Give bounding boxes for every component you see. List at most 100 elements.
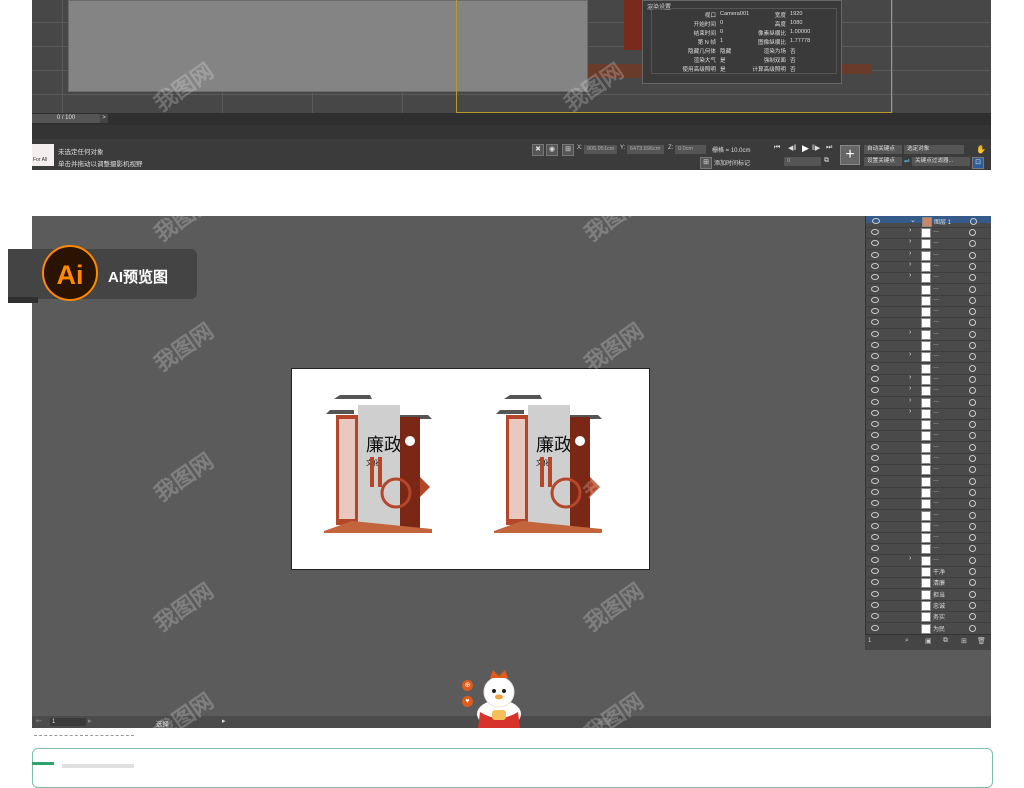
expand-arrow-icon[interactable]: › (909, 374, 911, 381)
auto-key-button[interactable]: 自动关键点 (864, 145, 902, 154)
locate-object-icon[interactable]: ⌕ (905, 637, 909, 645)
layer-row[interactable]: … (865, 476, 991, 488)
visibility-eye-icon[interactable] (871, 375, 879, 382)
layer-name[interactable]: 忠诚 (933, 601, 945, 610)
status-menu-icon[interactable]: ▸ (222, 717, 226, 725)
layer-name[interactable]: … (933, 511, 939, 517)
target-circle-icon[interactable] (969, 229, 976, 236)
set-key-button[interactable]: 设置关键点 (864, 157, 902, 166)
layer-name[interactable]: … (933, 454, 939, 460)
layer-row[interactable]: ›… (865, 555, 991, 567)
layer-name[interactable]: … (933, 330, 939, 336)
target-circle-icon[interactable] (969, 398, 976, 406)
layer-row[interactable]: … (865, 543, 991, 556)
target-circle-icon[interactable] (970, 218, 977, 225)
visibility-eye-icon[interactable] (871, 590, 879, 597)
visibility-eye-icon[interactable] (871, 601, 879, 608)
visibility-eye-icon[interactable] (871, 398, 879, 405)
visibility-eye-icon[interactable] (871, 285, 879, 292)
target-circle-icon[interactable] (969, 364, 976, 372)
visibility-eye-icon[interactable] (871, 319, 879, 326)
target-circle-icon[interactable] (969, 534, 976, 542)
goto-start-icon[interactable]: ⏮ (774, 144, 780, 152)
layer-row[interactable]: 担当 (865, 589, 991, 601)
target-circle-icon[interactable] (969, 613, 976, 621)
layer-name[interactable]: … (933, 375, 939, 381)
first-artboard-icon[interactable]: ⇤ (36, 717, 42, 725)
artboard-navigation-select[interactable]: 1 (50, 718, 86, 726)
layer-row[interactable]: … (865, 284, 991, 296)
visibility-eye-icon[interactable] (871, 432, 879, 439)
visibility-eye-icon[interactable] (871, 364, 879, 371)
visibility-eye-icon[interactable] (871, 545, 879, 552)
layer-row[interactable]: ›… (865, 329, 991, 341)
layer-row[interactable]: … (865, 363, 991, 375)
key-filters-button[interactable]: 关键点过滤器... (912, 157, 970, 166)
visibility-eye-icon[interactable] (871, 262, 879, 269)
target-circle-icon[interactable] (969, 308, 976, 316)
visibility-eye-icon[interactable] (871, 488, 879, 495)
target-circle-icon[interactable] (969, 522, 976, 530)
target-circle-icon[interactable] (969, 353, 976, 361)
absolute-mode-icon[interactable]: ⊞ (562, 144, 574, 156)
expand-arrow-icon[interactable]: › (909, 261, 911, 268)
target-circle-icon[interactable] (969, 568, 976, 575)
next-frame-icon[interactable]: ‖▶ (812, 144, 820, 152)
time-slider-counter[interactable]: 0 / 100 (32, 114, 100, 123)
target-circle-icon[interactable] (969, 240, 976, 248)
visibility-eye-icon[interactable] (871, 624, 879, 631)
visibility-eye-icon[interactable] (871, 330, 879, 337)
layer-name[interactable]: … (933, 398, 939, 404)
current-frame-field[interactable]: 0 (784, 157, 821, 166)
new-sublayer-icon[interactable]: ⧉ (943, 637, 948, 645)
target-circle-icon[interactable] (969, 466, 976, 474)
layer-row[interactable]: … (865, 295, 991, 307)
layer-row[interactable]: … (865, 532, 991, 545)
target-circle-icon[interactable] (969, 556, 976, 564)
z-coordinate-field[interactable]: 0.0cm (675, 145, 706, 154)
camera-viewport[interactable]: 渲染设置 视口 Camera001 宽度 1920 开始时间 0 高度 1080… (32, 0, 991, 113)
layer-row[interactable]: … (865, 487, 991, 499)
target-circle-icon[interactable] (969, 319, 976, 327)
layer-row[interactable]: … (865, 464, 991, 477)
layer-row[interactable]: … (865, 317, 991, 330)
visibility-eye-icon[interactable] (871, 511, 879, 518)
layer-name[interactable]: … (933, 556, 939, 562)
layer-name[interactable]: … (933, 228, 939, 234)
layer-name[interactable]: … (933, 499, 939, 505)
visibility-eye-icon[interactable] (871, 229, 879, 235)
target-circle-icon[interactable] (969, 500, 976, 508)
layer-name[interactable]: … (933, 533, 939, 539)
expand-arrow-icon[interactable]: › (909, 238, 911, 245)
target-circle-icon[interactable] (969, 579, 976, 587)
layer-name[interactable]: … (933, 285, 939, 291)
target-circle-icon[interactable] (969, 296, 976, 304)
expand-arrow-icon[interactable]: › (909, 329, 911, 336)
target-circle-icon[interactable] (969, 330, 976, 338)
pan-icon[interactable]: ✋ (976, 145, 986, 154)
expand-arrow-icon[interactable]: › (909, 397, 911, 404)
layer-name[interactable]: … (933, 544, 939, 550)
layer-name[interactable]: … (933, 239, 939, 245)
layer-row[interactable]: … (865, 498, 991, 511)
layer-row[interactable]: ›… (865, 397, 991, 409)
visibility-eye-icon[interactable] (871, 613, 879, 620)
target-circle-icon[interactable] (969, 488, 976, 496)
layer-name[interactable]: 清廉 (933, 578, 945, 587)
visibility-eye-icon[interactable] (871, 409, 879, 416)
layer-name[interactable]: … (933, 522, 939, 528)
target-circle-icon[interactable] (969, 477, 976, 485)
layer-row[interactable]: ›… (865, 261, 991, 273)
target-circle-icon[interactable] (969, 387, 976, 395)
layer-name[interactable]: … (933, 318, 939, 324)
layer-name[interactable]: … (933, 386, 939, 392)
next-artboard-icon[interactable]: ▸ (88, 717, 92, 725)
visibility-eye-icon[interactable] (871, 443, 879, 450)
layer-row[interactable]: ›… (865, 408, 991, 420)
visibility-eye-icon[interactable] (871, 534, 879, 541)
add-time-tag-button[interactable]: 添加时间标记 (714, 158, 750, 167)
expand-arrow-icon[interactable]: › (909, 351, 911, 358)
target-circle-icon[interactable] (969, 251, 976, 259)
layer-row[interactable]: ›… (865, 272, 991, 285)
lock-selection-icon[interactable]: ✖ (532, 144, 544, 156)
